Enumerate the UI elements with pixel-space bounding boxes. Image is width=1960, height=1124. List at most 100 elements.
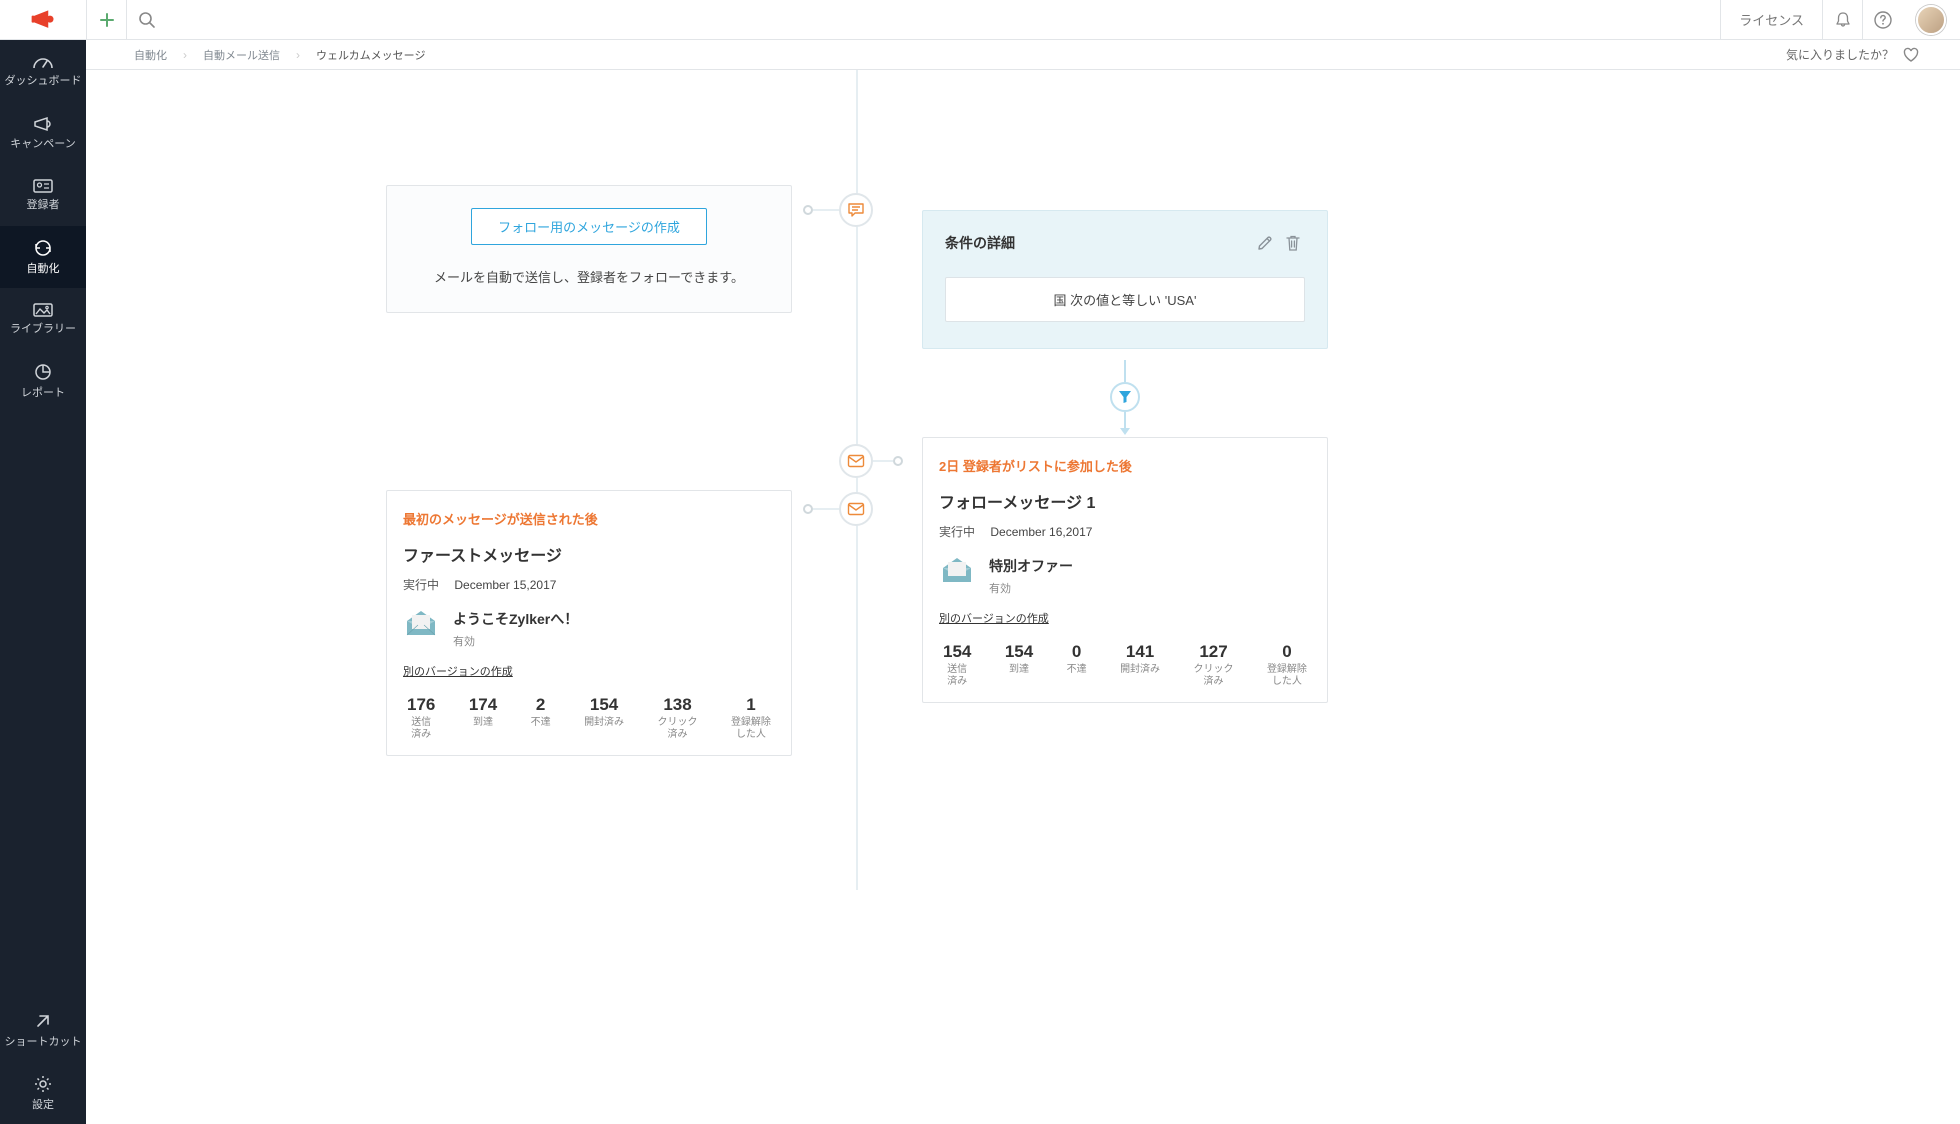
stat-number: 138: [658, 695, 698, 715]
stat-item: 138クリック 済み: [658, 695, 698, 741]
feedback-prompt: 気に入りましたか？: [1786, 46, 1920, 64]
bell-icon: [1834, 11, 1852, 29]
breadcrumb-item[interactable]: 自動メール送信: [203, 47, 280, 63]
stat-number: 0: [1267, 642, 1307, 662]
stat-item: 176送信 済み: [407, 695, 435, 741]
connector-ring: [893, 456, 903, 466]
status-row: 実行中 December 16,2017: [939, 523, 1311, 540]
connector: [803, 193, 873, 227]
sidebar-item-campaigns[interactable]: キャンペーン: [0, 102, 86, 164]
stat-number: 174: [469, 695, 497, 715]
stat-item: 127クリック 済み: [1194, 642, 1234, 688]
trash-icon: [1285, 234, 1301, 252]
stat-label: クリック 済み: [1194, 664, 1234, 688]
sidebar: ダッシュボード キャンペーン 登録者 自動化 ライブラリー レポート ショートカ…: [0, 40, 86, 1124]
plus-icon: [99, 12, 115, 28]
stat-item: 154送信 済み: [943, 642, 971, 688]
sidebar-item-reports[interactable]: レポート: [0, 350, 86, 412]
trigger-label: 最初のメッセージが送信された後: [403, 509, 775, 528]
funnel-icon: [1118, 390, 1132, 404]
sidebar-item-label: レポート: [21, 387, 65, 399]
image-icon: [32, 302, 54, 318]
stat-item: 174到達: [469, 695, 497, 741]
chevron-right-icon: ›: [296, 48, 300, 62]
breadcrumb-item-current: ウェルカムメッセージ: [316, 47, 425, 63]
stat-item: 154開封済み: [584, 695, 624, 741]
stat-item: 154到達: [1005, 642, 1033, 688]
stat-item: 1登録解除 した人: [731, 695, 771, 741]
id-card-icon: [32, 178, 54, 194]
message-title: ファーストメッセージ: [403, 542, 775, 566]
breadcrumb-item[interactable]: 自動化: [134, 47, 167, 63]
sidebar-item-label: ライブラリー: [10, 323, 76, 335]
new-button[interactable]: [86, 0, 126, 40]
avatar[interactable]: [1916, 5, 1946, 35]
stat-number: 1: [731, 695, 771, 715]
help-icon: [1873, 10, 1893, 30]
follow-message-card: 2日 登録者がリストに参加した後 フォローメッセージ 1 実行中 Decembe…: [922, 437, 1328, 703]
sidebar-item-label: 設定: [32, 1099, 54, 1111]
search-button[interactable]: [126, 0, 166, 40]
arrow-down-icon: [1120, 428, 1130, 435]
mail-state: 有効: [989, 580, 1073, 596]
breadcrumb: 自動化 › 自動メール送信 › ウェルカムメッセージ 気に入りましたか？: [86, 40, 1960, 70]
mail-state: 有効: [453, 633, 578, 649]
status-row: 実行中 December 15,2017: [403, 576, 775, 593]
search-icon: [138, 11, 156, 29]
mail-subject: 特別オファー: [989, 556, 1073, 576]
create-follow-button[interactable]: フォロー用のメッセージの作成: [471, 208, 707, 245]
pencil-icon: [1256, 234, 1274, 252]
filter-node[interactable]: [1110, 382, 1140, 412]
sidebar-item-label: ダッシュボード: [5, 75, 82, 87]
help-button[interactable]: [1862, 0, 1902, 40]
sidebar-item-automation[interactable]: 自動化: [0, 226, 86, 288]
gauge-icon: [32, 54, 54, 70]
connector: [803, 492, 873, 526]
gear-icon: [33, 1074, 53, 1094]
stat-number: 154: [943, 642, 971, 662]
create-follow-desc: メールを自動で送信し、登録者をフォローできます。: [407, 267, 771, 286]
stat-item: 0不達: [1067, 642, 1087, 688]
connector-ring: [803, 205, 813, 215]
status-date: December 16,2017: [990, 525, 1092, 539]
stat-label: 不達: [1067, 664, 1087, 676]
stat-number: 154: [584, 695, 624, 715]
message-node-icon: [839, 193, 873, 227]
connector: [839, 444, 903, 478]
condition-card: 条件の詳細 国 次の値と等しい 'USA': [922, 210, 1328, 349]
heart-icon[interactable]: [1902, 46, 1920, 64]
megaphone-logo-icon: [29, 6, 57, 34]
sidebar-item-shortcut[interactable]: ショートカット: [0, 1000, 86, 1062]
connector-line: [1124, 360, 1126, 382]
license-link[interactable]: ライセンス: [1720, 0, 1822, 39]
stat-label: 不達: [531, 717, 551, 729]
condition-title: 条件の詳細: [945, 233, 1253, 253]
stat-label: 開封済み: [1120, 664, 1160, 676]
stat-label: 登録解除 した人: [731, 717, 771, 741]
sidebar-item-library[interactable]: ライブラリー: [0, 288, 86, 350]
notifications-button[interactable]: [1822, 0, 1862, 40]
mail-node-icon: [839, 492, 873, 526]
sidebar-item-label: 自動化: [27, 263, 60, 275]
stat-number: 141: [1120, 642, 1160, 662]
create-version-link[interactable]: 別のバージョンの作成: [939, 610, 1049, 626]
sidebar-item-subscribers[interactable]: 登録者: [0, 164, 86, 226]
edit-button[interactable]: [1253, 231, 1277, 255]
sidebar-item-label: 登録者: [27, 199, 60, 211]
pie-icon: [33, 362, 53, 382]
status-badge: 実行中: [403, 578, 439, 592]
stat-label: 送信 済み: [407, 717, 435, 741]
sidebar-item-dashboard[interactable]: ダッシュボード: [0, 40, 86, 102]
status-badge: 実行中: [939, 525, 975, 539]
delete-button[interactable]: [1281, 231, 1305, 255]
automation-icon: [33, 238, 53, 258]
message-title: フォローメッセージ 1: [939, 489, 1311, 513]
mail-node-icon: [839, 444, 873, 478]
stat-number: 154: [1005, 642, 1033, 662]
sidebar-item-label: キャンペーン: [10, 138, 75, 150]
sidebar-item-settings[interactable]: 設定: [0, 1062, 86, 1124]
connector-ring: [803, 504, 813, 514]
create-version-link[interactable]: 別のバージョンの作成: [403, 663, 513, 679]
stat-item: 0登録解除 した人: [1267, 642, 1307, 688]
app-logo[interactable]: [0, 0, 86, 40]
